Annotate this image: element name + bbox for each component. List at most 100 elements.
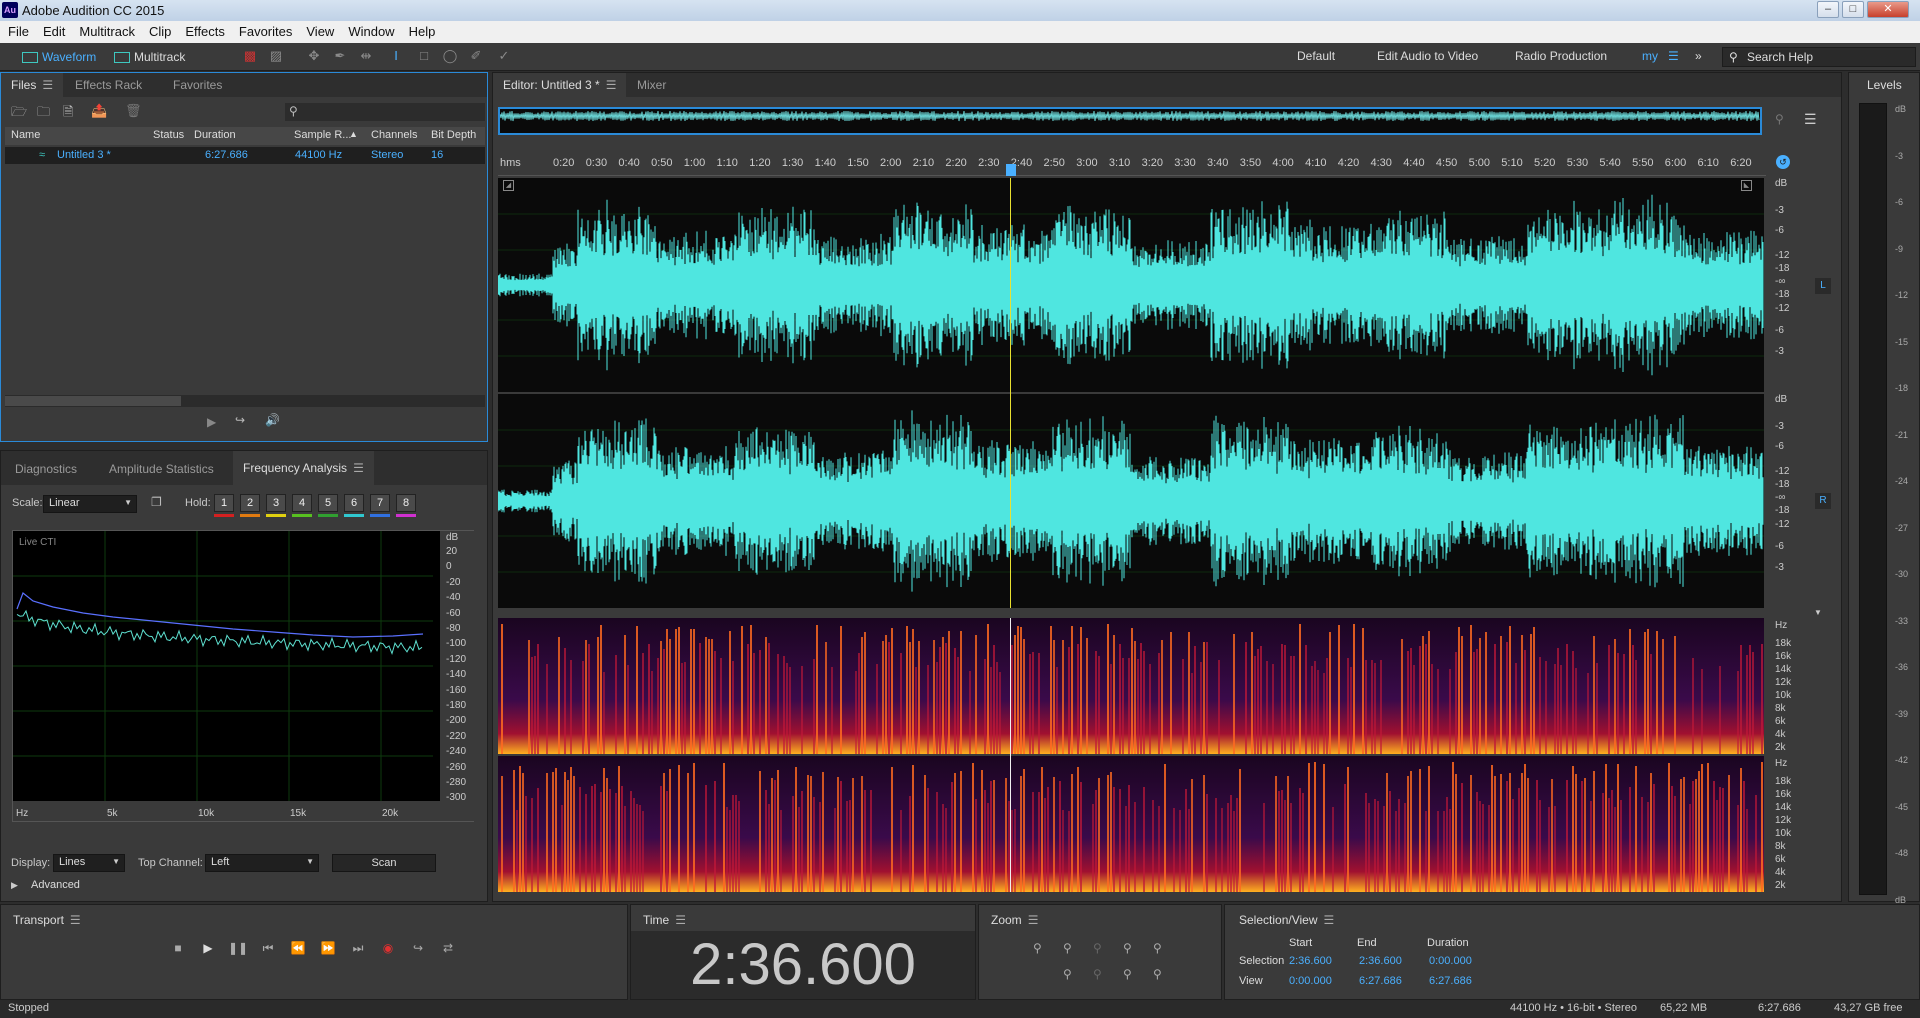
tab-levels[interactable]: Levels bbox=[1857, 73, 1912, 97]
record-button[interactable]: ◉ bbox=[378, 941, 398, 959]
tab-effects-rack[interactable]: Effects Rack bbox=[65, 73, 152, 97]
zoom-out-full-icon[interactable]: ⚲ bbox=[1123, 941, 1132, 955]
hold-button-8[interactable]: 8 bbox=[396, 494, 416, 512]
selection-start-field[interactable]: 2:36.600 bbox=[1289, 955, 1332, 967]
menu-help[interactable]: Help bbox=[401, 21, 442, 39]
zoom-out-frequency-icon[interactable]: ⚲ bbox=[1153, 967, 1162, 981]
hold-button-2[interactable]: 2 bbox=[240, 494, 260, 512]
scrollbar-thumb[interactable] bbox=[5, 396, 181, 406]
menu-edit[interactable]: Edit bbox=[35, 21, 71, 39]
tab-frequency-analysis[interactable]: Frequency Analysis ☰ bbox=[233, 451, 374, 485]
frequency-graph[interactable]: Live CTI bbox=[12, 530, 474, 822]
skip-selection-icon[interactable]: ⇄ bbox=[438, 941, 458, 959]
channel-left-toggle[interactable]: L bbox=[1815, 278, 1831, 294]
table-row[interactable]: ≈ Untitled 3 * 6:27.686 44100 Hz Stereo … bbox=[5, 147, 485, 164]
hold-button-6[interactable]: 6 bbox=[344, 494, 364, 512]
menu-window[interactable]: Window bbox=[340, 21, 400, 39]
channel-right-toggle[interactable]: R bbox=[1815, 493, 1831, 509]
new-file-icon[interactable]: 🗎 bbox=[63, 103, 73, 125]
zoom-selection-icon[interactable]: ⚲ bbox=[1153, 941, 1162, 955]
zoom-in-time-icon[interactable]: ⚲ bbox=[1093, 941, 1102, 955]
left-spectral-display[interactable] bbox=[498, 618, 1764, 754]
move-to-previous-icon[interactable]: ⏮ bbox=[258, 941, 278, 959]
workspace-radio-production[interactable]: Radio Production bbox=[1515, 49, 1607, 63]
col-name[interactable]: Name bbox=[11, 129, 40, 141]
waveform-mode-button[interactable]: Waveform bbox=[16, 48, 102, 68]
col-status[interactable]: Status bbox=[153, 129, 184, 141]
tab-mixer[interactable]: Mixer bbox=[627, 73, 676, 97]
stop-button[interactable]: ■ bbox=[168, 941, 188, 959]
copy-icon[interactable]: ❐ bbox=[151, 495, 162, 509]
loop-playback-icon[interactable]: ↪ bbox=[408, 941, 428, 959]
time-selection-tool-icon[interactable]: I bbox=[386, 48, 406, 66]
menu-view[interactable]: View bbox=[298, 21, 340, 39]
view-duration-field[interactable]: 6:27.686 bbox=[1429, 975, 1472, 987]
hold-button-3[interactable]: 3 bbox=[266, 494, 286, 512]
zoom-all-icon[interactable]: ⚲ bbox=[1775, 112, 1784, 126]
spectral-frequency-icon[interactable]: ▩ bbox=[240, 48, 260, 66]
open-file-icon[interactable]: 🗁 bbox=[11, 103, 27, 125]
workspace-menu-icon[interactable]: ☰ bbox=[1668, 49, 1679, 63]
right-spectral-display[interactable] bbox=[498, 756, 1764, 892]
lasso-tool-icon[interactable]: ◯ bbox=[440, 48, 460, 66]
tab-diagnostics[interactable]: Diagnostics bbox=[5, 457, 87, 481]
close-button[interactable]: ✕ bbox=[1867, 1, 1909, 18]
right-channel-waveform[interactable] bbox=[497, 394, 1764, 608]
razor-tool-icon[interactable]: ✒ bbox=[330, 48, 350, 66]
zoom-in-right-icon[interactable]: ⚲ bbox=[1093, 967, 1102, 981]
menu-effects[interactable]: Effects bbox=[177, 21, 231, 39]
workspace-my[interactable]: my bbox=[1642, 49, 1658, 63]
file-search-input[interactable]: ⚲ bbox=[285, 103, 485, 121]
col-duration[interactable]: Duration bbox=[194, 129, 236, 141]
more-workspaces-icon[interactable]: » bbox=[1695, 49, 1702, 63]
tab-files[interactable]: Files ☰ bbox=[1, 73, 64, 97]
import-file-icon[interactable]: 🗀 bbox=[37, 103, 50, 125]
tab-editor[interactable]: Editor: Untitled 3 * ☰ bbox=[493, 73, 627, 97]
multitrack-mode-button[interactable]: Multitrack bbox=[108, 48, 191, 68]
play-preview-icon[interactable]: ▶ bbox=[207, 415, 216, 429]
loop-preview-icon[interactable]: ↪ bbox=[235, 413, 245, 427]
col-bit-depth[interactable]: Bit Depth bbox=[431, 129, 476, 141]
insert-icon[interactable]: 📤 bbox=[91, 103, 107, 119]
selection-end-field[interactable]: 2:36.600 bbox=[1359, 955, 1402, 967]
col-sample-rate[interactable]: Sample R... bbox=[294, 129, 351, 141]
menu-clip[interactable]: Clip bbox=[141, 21, 177, 39]
collapse-arrow-icon[interactable]: ▼ bbox=[1814, 608, 1822, 617]
tab-favorites[interactable]: Favorites bbox=[163, 73, 232, 97]
minimize-button[interactable]: – bbox=[1817, 1, 1839, 18]
menu-favorites[interactable]: Favorites bbox=[231, 21, 298, 39]
hold-button-4[interactable]: 4 bbox=[292, 494, 312, 512]
rewind-button[interactable]: ⏪ bbox=[288, 941, 308, 959]
left-channel-waveform[interactable] bbox=[497, 178, 1764, 392]
workspace-default[interactable]: Default bbox=[1297, 49, 1335, 63]
view-end-field[interactable]: 6:27.686 bbox=[1359, 975, 1402, 987]
scan-button[interactable]: Scan bbox=[332, 854, 436, 872]
zoom-in-frequency-icon[interactable]: ⚲ bbox=[1123, 967, 1132, 981]
loop-icon[interactable]: ↺ bbox=[1776, 155, 1790, 169]
advanced-toggle[interactable]: Advanced bbox=[31, 879, 80, 891]
workspace-edit-audio-to-video[interactable]: Edit Audio to Video bbox=[1377, 49, 1478, 63]
tab-amplitude-statistics[interactable]: Amplitude Statistics bbox=[99, 457, 224, 481]
horizontal-scrollbar[interactable] bbox=[5, 395, 485, 407]
brush-tool-icon[interactable]: ✐ bbox=[466, 48, 486, 66]
fade-in-handle-icon[interactable]: ◢ bbox=[503, 180, 514, 191]
scale-dropdown[interactable]: Linear bbox=[43, 495, 137, 513]
play-button[interactable]: ▶ bbox=[198, 941, 218, 959]
pause-button[interactable]: ❚❚ bbox=[228, 941, 248, 959]
hold-button-7[interactable]: 7 bbox=[370, 494, 390, 512]
hold-button-1[interactable]: 1 bbox=[214, 494, 234, 512]
view-start-field[interactable]: 0:00.000 bbox=[1289, 975, 1332, 987]
delete-icon[interactable]: 🗑 bbox=[125, 103, 142, 119]
menu-file[interactable]: File bbox=[0, 21, 35, 39]
display-dropdown[interactable]: Lines bbox=[53, 854, 125, 872]
fast-forward-button[interactable]: ⏩ bbox=[318, 941, 338, 959]
col-channels[interactable]: Channels bbox=[371, 129, 417, 141]
top-channel-dropdown[interactable]: Left bbox=[205, 854, 319, 872]
selection-duration-field[interactable]: 0:00.000 bbox=[1429, 955, 1472, 967]
overview-waveform[interactable] bbox=[498, 107, 1762, 135]
slip-tool-icon[interactable]: ⇹ bbox=[356, 48, 376, 66]
zoom-in-amplitude-icon[interactable]: ⚲ bbox=[1033, 941, 1042, 955]
list-view-icon[interactable]: ☰ bbox=[1804, 111, 1817, 128]
menu-multitrack[interactable]: Multitrack bbox=[71, 21, 141, 39]
auto-play-icon[interactable]: 🔊 bbox=[265, 413, 280, 427]
